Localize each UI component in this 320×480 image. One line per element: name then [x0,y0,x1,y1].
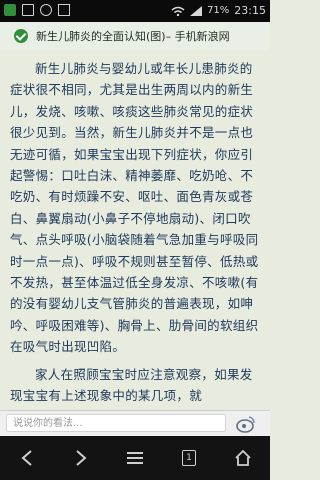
tabs-button[interactable]: 1 [174,443,204,473]
article-paragraph: 家人在照顾宝宝时应注意观察，如果发现宝宝有上述现象中的某几项，就 [10,366,253,404]
signal-icon [190,5,203,16]
home-icon [235,450,251,466]
article-body: 新生儿肺炎与婴幼儿或年长儿患肺炎的症状很不相同，尤其是出生两周以内的新生儿，发烧… [10,58,260,407]
article-content[interactable]: 新生儿肺炎与婴幼儿或年长儿患肺炎的症状很不相同，尤其是出生两周以内的新生儿，发烧… [0,50,270,410]
status-right: 71% 23:15 [171,4,266,17]
comment-bar: 说说你的看法... [0,410,270,437]
page-title: 新生儿肺炎的全面认知(图)– 手机新浪网 [36,30,230,43]
forward-button[interactable] [66,443,96,473]
weibo-share-icon[interactable] [236,415,256,433]
comment-input[interactable]: 说说你的看法... [6,414,226,432]
menu-button[interactable] [120,443,150,473]
status-bar: 71% 23:15 [0,0,270,22]
battery-percent: 71% [207,5,230,16]
image-icon [22,4,34,16]
back-button[interactable] [12,443,42,473]
tab-count: 1 [182,450,196,466]
message-icon [40,4,52,16]
app-notification-icon [4,4,16,16]
wifi-icon [171,6,185,16]
verified-check-icon [14,29,28,43]
page-title-bar[interactable]: 新生儿肺炎的全面认知(图)– 手机新浪网 [0,22,270,51]
clock: 23:15 [234,4,266,17]
chevron-left-icon [21,450,32,466]
home-button[interactable] [228,443,258,473]
chevron-right-icon [76,450,87,466]
browser-nav-bar: 1 [0,436,270,480]
menu-icon [127,452,143,464]
article-paragraph: 新生儿肺炎与婴幼儿或年长儿患肺炎的症状很不相同，尤其是出生两周以内的新生儿，发烧… [10,61,259,355]
notification-icon [58,4,70,16]
status-left-icons [4,4,70,16]
